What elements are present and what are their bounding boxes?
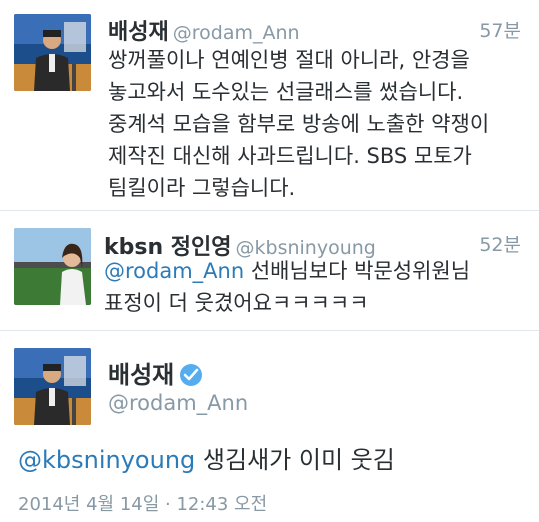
tweet-text-body: 생김새가 이미 웃김 [195,446,395,474]
tweet-reply-1[interactable]: 배성재 @rodam_Ann 57분 쌍꺼풀이나 연예인병 절대 아니라, 안경을… [0,0,539,211]
tweet-text-line: 제작진 대신해 사과드립니다. SBS 모토가 [108,144,472,168]
verified-badge-icon [180,364,203,386]
tweet-text-line: 쌍꺼풀이나 연예인병 절대 아니라, 안경을 [108,48,470,72]
avatar[interactable] [14,348,91,425]
tweet-reply-2[interactable]: kbsn 정인영 @kbsninyoung 52분 @rodam_Ann 선배님보… [0,211,539,331]
avatar[interactable] [14,228,91,305]
mention-link[interactable]: @rodam_Ann [104,259,244,283]
tweet-date[interactable]: 2014년 4월 14일 · 12:43 오전 [18,490,267,516]
avatar-image [14,14,91,91]
display-name-text: 배성재 [108,361,175,389]
display-name[interactable]: 배성재 [108,355,203,390]
display-name-text: 배성재 [108,20,169,45]
tweet-text-line: 놓고와서 도수있는 선글래스를 썼습니다. [108,80,464,104]
tweet-text-line: @rodam_Ann 선배님보다 박문성위원님 [104,259,471,283]
tweet-text-line: 중계석 모습을 함부로 방송에 노출한 약쟁이 [108,112,490,136]
avatar[interactable] [14,14,91,91]
handle-text: @rodam_Ann [108,391,249,415]
mention-link[interactable]: @kbsninyoung [18,446,195,474]
avatar-image [14,348,91,425]
timestamp[interactable]: 57분 [479,16,521,43]
avatar-image [14,228,91,305]
tweet-text-line: 팀킬이라 그렇습니다. [108,176,296,200]
tweet-text: 쌍꺼풀이나 연예인병 절대 아니라, 안경을 놓고와서 도수있는 선글래스를 썼… [108,44,489,204]
tweet-text-line: 표정이 더 웃겼어요ㅋㅋㅋㅋㅋ [104,291,369,315]
tweet-text: @rodam_Ann 선배님보다 박문성위원님 표정이 더 웃겼어요ㅋㅋㅋㅋㅋ [104,255,470,319]
display-name[interactable]: 배성재 @rodam_Ann [108,14,300,46]
timestamp[interactable]: 52분 [479,230,521,257]
tweet-text: @kbsninyoung 생김새가 이미 웃김 [18,443,395,477]
handle[interactable]: @rodam_Ann [108,391,248,416]
handle[interactable]: @rodam_Ann [173,22,300,44]
